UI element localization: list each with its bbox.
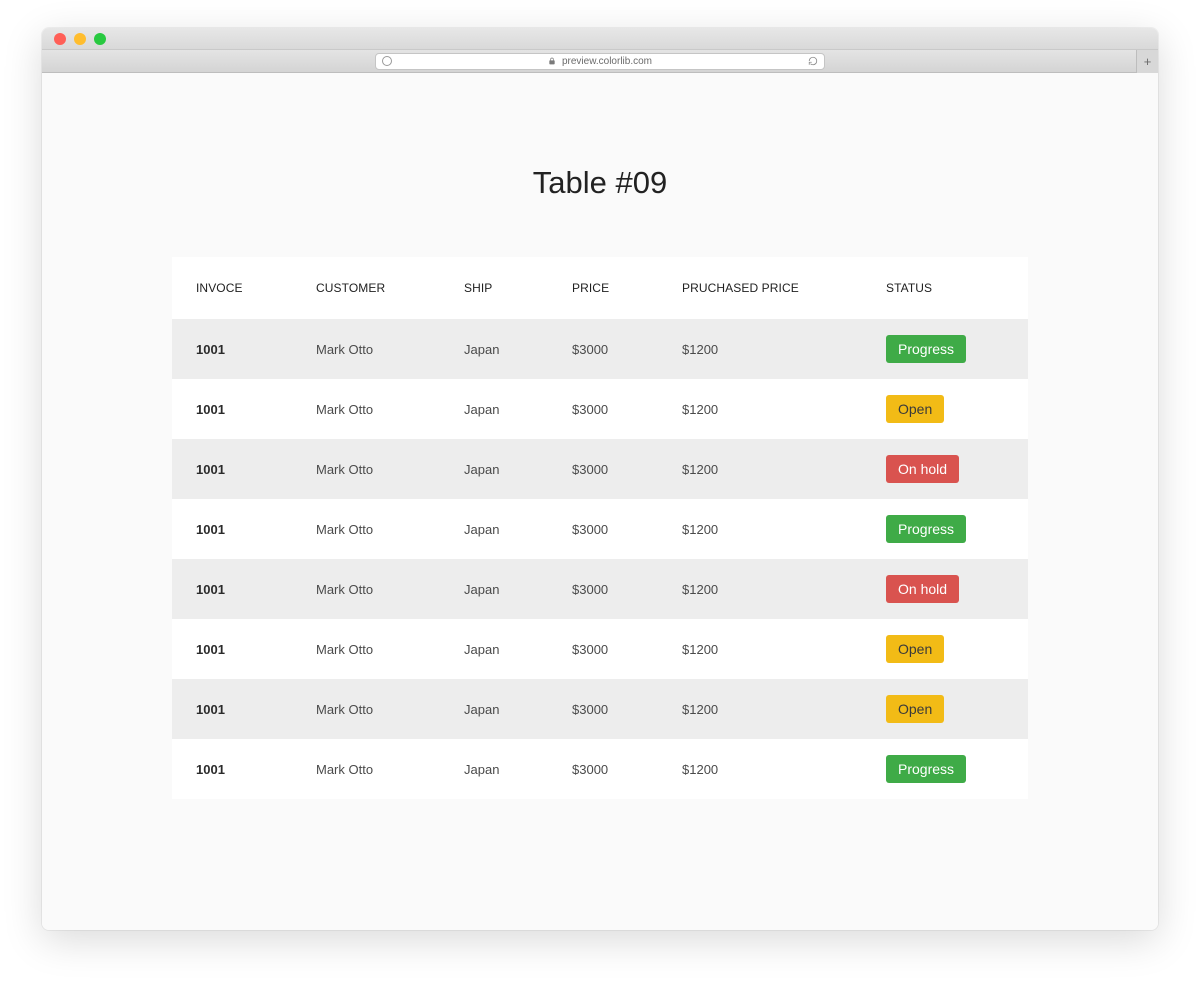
td-purchased: $1200	[658, 679, 862, 739]
table-row: 1001Mark OttoJapan$3000$1200 Open	[172, 379, 1028, 439]
status-badge-progress[interactable]: Progress	[886, 755, 966, 783]
th-status: STATUS	[862, 257, 1028, 319]
td-invoice: 1001	[172, 379, 292, 439]
td-price: $3000	[548, 559, 658, 619]
status-badge-open[interactable]: Open	[886, 695, 944, 723]
td-invoice: 1001	[172, 319, 292, 379]
td-purchased: $1200	[658, 379, 862, 439]
td-purchased: $1200	[658, 319, 862, 379]
td-ship: Japan	[440, 499, 548, 559]
td-customer: Mark Otto	[292, 559, 440, 619]
td-ship: Japan	[440, 439, 548, 499]
td-ship: Japan	[440, 319, 548, 379]
td-status: Open	[862, 679, 1028, 739]
new-tab-button[interactable]: +	[1136, 50, 1158, 73]
window-maximize-button[interactable]	[94, 33, 106, 45]
td-price: $3000	[548, 499, 658, 559]
td-invoice: 1001	[172, 559, 292, 619]
td-invoice: 1001	[172, 739, 292, 799]
td-ship: Japan	[440, 739, 548, 799]
td-customer: Mark Otto	[292, 679, 440, 739]
td-customer: Mark Otto	[292, 319, 440, 379]
browser-titlebar	[42, 28, 1158, 50]
status-badge-onhold[interactable]: On hold	[886, 455, 959, 483]
table-header-row: INVOCE CUSTOMER SHIP PRICE PRUCHASED PRI…	[172, 257, 1028, 319]
td-ship: Japan	[440, 379, 548, 439]
table-row: 1001Mark OttoJapan$3000$1200 Open	[172, 679, 1028, 739]
td-status: Progress	[862, 499, 1028, 559]
td-price: $3000	[548, 739, 658, 799]
table-row: 1001Mark OttoJapan$3000$1200 Open	[172, 619, 1028, 679]
td-purchased: $1200	[658, 559, 862, 619]
td-customer: Mark Otto	[292, 619, 440, 679]
td-ship: Japan	[440, 679, 548, 739]
th-purchased: PRUCHASED PRICE	[658, 257, 862, 319]
td-price: $3000	[548, 619, 658, 679]
td-customer: Mark Otto	[292, 499, 440, 559]
td-ship: Japan	[440, 619, 548, 679]
table-row: 1001Mark OttoJapan$3000$1200 Progress	[172, 739, 1028, 799]
data-table: INVOCE CUSTOMER SHIP PRICE PRUCHASED PRI…	[172, 257, 1028, 799]
data-table-container: INVOCE CUSTOMER SHIP PRICE PRUCHASED PRI…	[172, 257, 1028, 799]
browser-toolbar: preview.colorlib.com +	[42, 50, 1158, 73]
td-purchased: $1200	[658, 499, 862, 559]
td-purchased: $1200	[658, 619, 862, 679]
browser-window: preview.colorlib.com + Table #09 INVOCE …	[42, 28, 1158, 930]
td-status: Open	[862, 379, 1028, 439]
td-price: $3000	[548, 679, 658, 739]
td-ship: Japan	[440, 559, 548, 619]
traffic-lights	[54, 33, 106, 45]
td-invoice: 1001	[172, 439, 292, 499]
td-invoice: 1001	[172, 499, 292, 559]
td-customer: Mark Otto	[292, 379, 440, 439]
status-badge-progress[interactable]: Progress	[886, 515, 966, 543]
td-status: Progress	[862, 739, 1028, 799]
td-customer: Mark Otto	[292, 739, 440, 799]
lock-icon	[548, 57, 556, 65]
status-badge-open[interactable]: Open	[886, 395, 944, 423]
window-minimize-button[interactable]	[74, 33, 86, 45]
status-badge-onhold[interactable]: On hold	[886, 575, 959, 603]
status-badge-progress[interactable]: Progress	[886, 335, 966, 363]
td-status: On hold	[862, 559, 1028, 619]
td-invoice: 1001	[172, 679, 292, 739]
td-price: $3000	[548, 319, 658, 379]
url-text: preview.colorlib.com	[562, 56, 652, 67]
status-badge-open[interactable]: Open	[886, 635, 944, 663]
td-invoice: 1001	[172, 619, 292, 679]
reload-icon[interactable]	[808, 56, 818, 66]
th-invoice: INVOCE	[172, 257, 292, 319]
table-row: 1001Mark OttoJapan$3000$1200 On hold	[172, 559, 1028, 619]
th-price: PRICE	[548, 257, 658, 319]
page-viewport: Table #09 INVOCE CUSTOMER SHIP PRICE PRU…	[42, 73, 1158, 930]
window-close-button[interactable]	[54, 33, 66, 45]
table-row: 1001Mark OttoJapan$3000$1200 Progress	[172, 319, 1028, 379]
td-purchased: $1200	[658, 739, 862, 799]
th-customer: CUSTOMER	[292, 257, 440, 319]
td-status: Open	[862, 619, 1028, 679]
td-customer: Mark Otto	[292, 439, 440, 499]
url-bar[interactable]: preview.colorlib.com	[375, 53, 825, 70]
td-price: $3000	[548, 439, 658, 499]
th-ship: SHIP	[440, 257, 548, 319]
table-row: 1001Mark OttoJapan$3000$1200 On hold	[172, 439, 1028, 499]
td-purchased: $1200	[658, 439, 862, 499]
page-title: Table #09	[42, 165, 1158, 201]
td-price: $3000	[548, 379, 658, 439]
reader-icon	[382, 56, 392, 66]
td-status: On hold	[862, 439, 1028, 499]
td-status: Progress	[862, 319, 1028, 379]
table-row: 1001Mark OttoJapan$3000$1200 Progress	[172, 499, 1028, 559]
